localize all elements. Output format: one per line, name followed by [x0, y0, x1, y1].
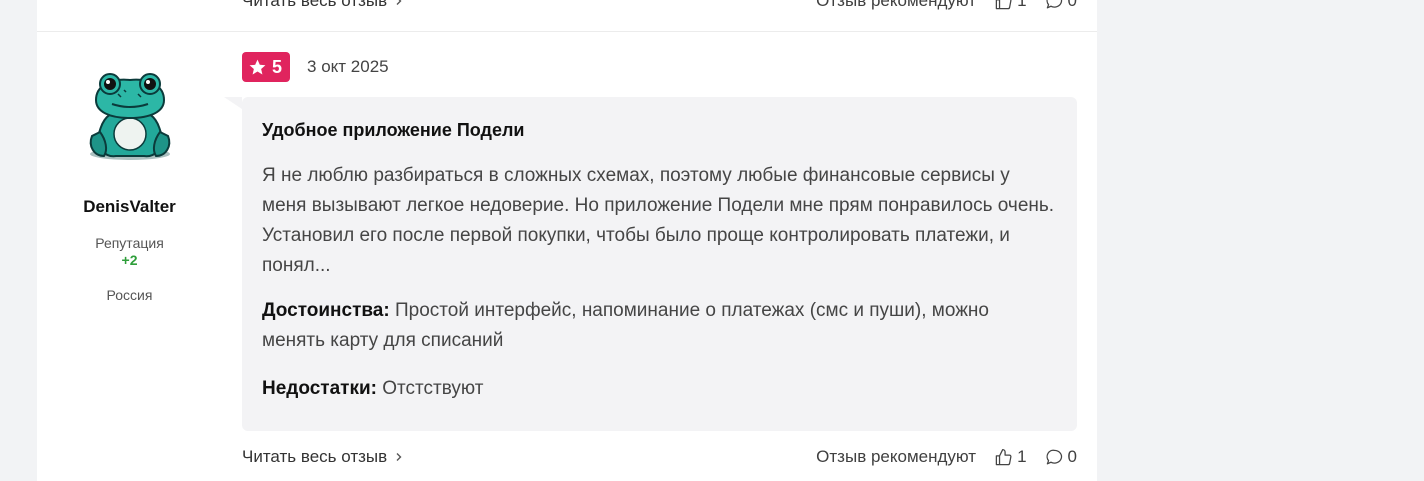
- rating-value: 5: [272, 56, 283, 77]
- reputation-label: Репутация: [95, 235, 164, 251]
- like-count: 1: [1017, 447, 1027, 466]
- read-full-label: Читать весь отзыв: [242, 447, 388, 466]
- comment-count: 0: [1067, 447, 1077, 466]
- author-info: DenisValter Репутация +2 Россия: [37, 60, 222, 303]
- prev-read-full-label: Читать весь отзыв: [242, 0, 388, 10]
- review-meta: Отзыв рекомендуют 1 0: [816, 447, 1077, 467]
- rating-row: 5 3 окт 2025: [242, 52, 389, 82]
- rating-badge: 5: [242, 52, 291, 82]
- author-name[interactable]: DenisValter: [37, 197, 222, 217]
- chevron-right-icon: [396, 0, 402, 5]
- star-icon: [249, 59, 266, 75]
- prev-comment-button[interactable]: 0: [1045, 0, 1077, 11]
- prev-read-full-review-link[interactable]: Читать весь отзыв: [242, 0, 403, 11]
- frog-avatar-icon[interactable]: [78, 60, 182, 164]
- prev-comment-count: 0: [1067, 0, 1077, 10]
- cons-text: Отстствуют: [376, 378, 484, 399]
- review-body[interactable]: Удобное приложение Подели Я не люблю раз…: [224, 97, 1077, 431]
- recommend-label: Отзыв рекомендуют: [816, 447, 977, 466]
- review-date: 3 окт 2025: [307, 57, 389, 76]
- review-title[interactable]: Удобное приложение Подели: [262, 117, 1057, 143]
- thumbs-up-icon: [995, 0, 1012, 9]
- read-full-review-link[interactable]: Читать весь отзыв: [242, 447, 403, 467]
- comment-icon: [1046, 0, 1062, 8]
- comment-icon: [1046, 449, 1062, 464]
- prev-review-meta: Отзыв рекомендуют 1 0: [816, 0, 1077, 11]
- prev-like-button[interactable]: 1: [994, 0, 1027, 11]
- pros-label: Достоинства:: [262, 300, 390, 321]
- comment-button[interactable]: 0: [1045, 447, 1077, 467]
- author-country: Россия: [106, 287, 153, 303]
- review-pros: Достоинства: Простой интерфейс, напомина…: [262, 296, 1057, 356]
- review-text: Я не люблю разбираться в сложных схемах,…: [262, 165, 1055, 276]
- review-cons: Недостатки: Отстствуют: [262, 374, 1057, 404]
- prev-like-count: 1: [1017, 0, 1027, 10]
- prev-review-footer: Читать весь отзыв Отзыв рекомендуют 1 0: [242, 0, 1077, 13]
- chevron-right-icon: [396, 453, 402, 461]
- reputation-value: +2: [121, 252, 138, 268]
- cons-label: Недостатки:: [262, 378, 377, 399]
- like-button[interactable]: 1: [994, 447, 1027, 467]
- review-divider: [37, 31, 1097, 32]
- review-footer: Читать весь отзыв Отзыв рекомендуют 1 0: [242, 445, 1077, 469]
- thumbs-up-icon: [995, 448, 1012, 465]
- review-card: Читать весь отзыв Отзыв рекомендуют 1 0: [37, 0, 1097, 481]
- prev-recommend-label: Отзыв рекомендуют: [816, 0, 977, 10]
